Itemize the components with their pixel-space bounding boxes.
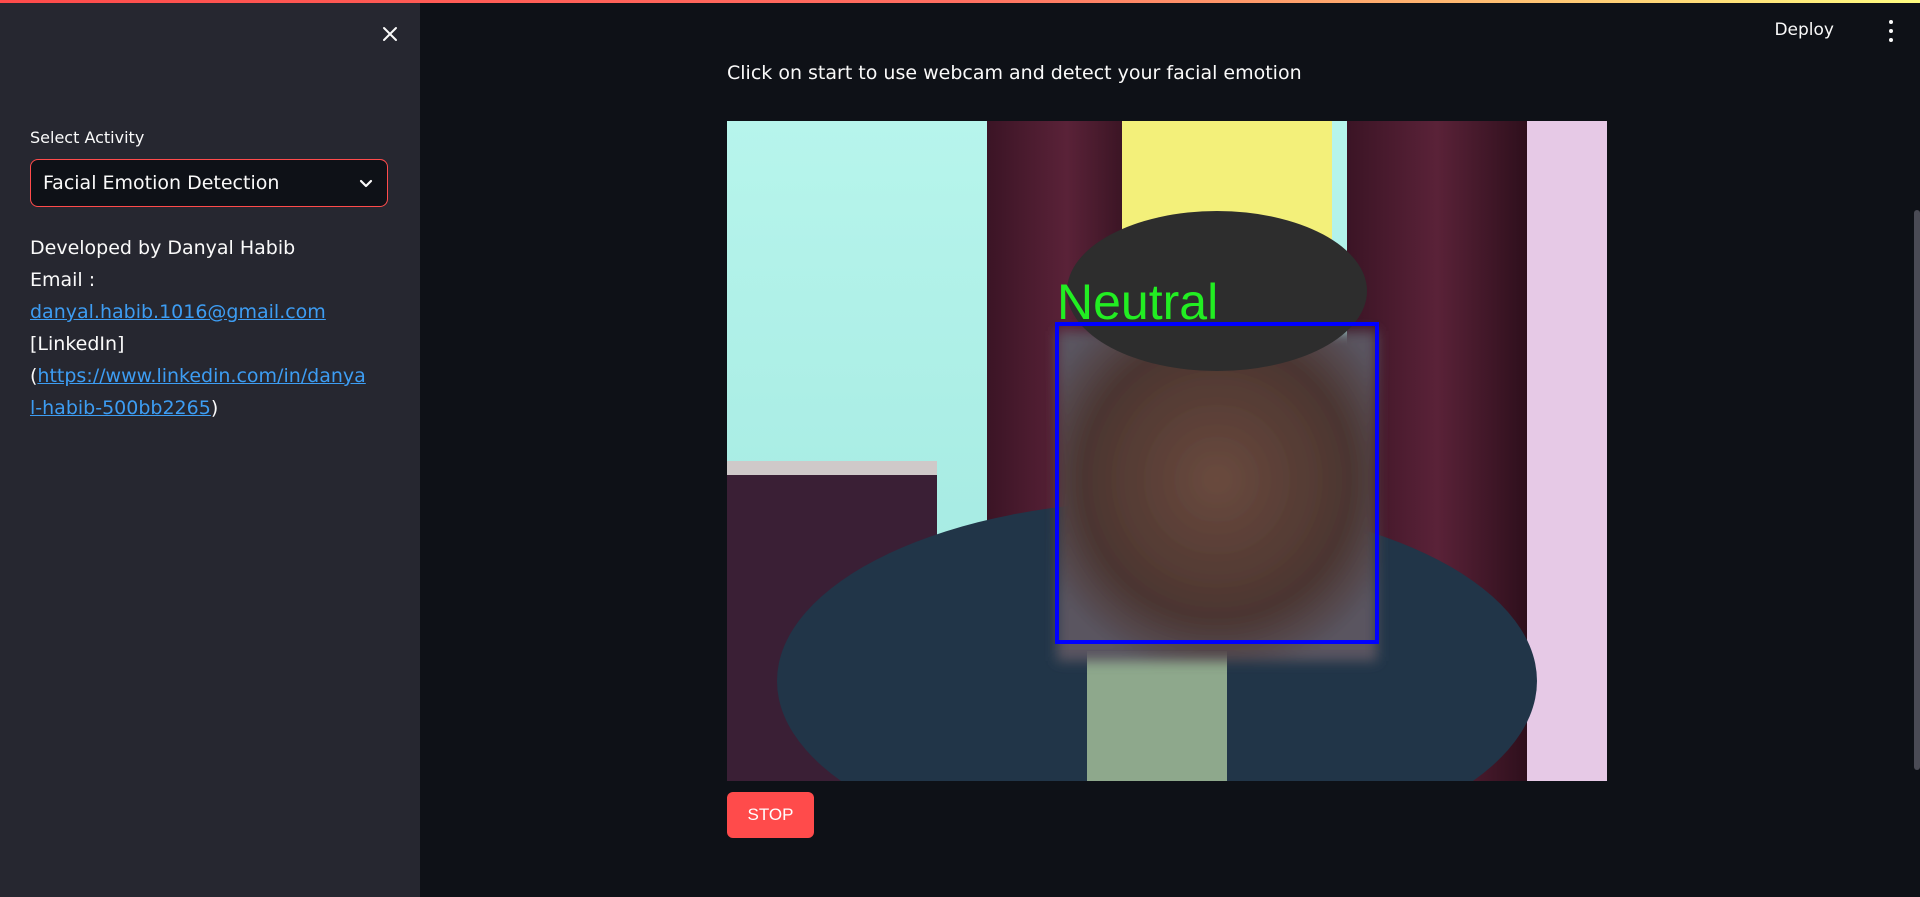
instruction-text: Click on start to use webcam and detect … bbox=[727, 62, 1302, 84]
linkedin-close-paren: ) bbox=[210, 397, 219, 419]
detected-emotion-label: Neutral bbox=[1057, 274, 1218, 330]
email-line: Email : danyal.habib.1016@gmail.com bbox=[30, 264, 370, 328]
close-icon bbox=[383, 27, 397, 41]
main-scrollbar[interactable] bbox=[1914, 210, 1920, 770]
sidebar: Select Activity Facial Emotion Detection… bbox=[0, 0, 420, 897]
chevron-down-icon bbox=[359, 179, 373, 188]
select-activity-label: Select Activity bbox=[30, 128, 145, 147]
linkedin-label: [LinkedIn] bbox=[30, 333, 125, 355]
webcam-frame: Neutral bbox=[727, 121, 1607, 781]
linkedin-line: (https://www.linkedin.com/in/danyal-habi… bbox=[30, 360, 370, 424]
main-area: Deploy Click on start to use webcam and … bbox=[420, 0, 1920, 897]
linkedin-link[interactable]: https://www.linkedin.com/in/danyal-habib… bbox=[30, 365, 366, 419]
deploy-button[interactable]: Deploy bbox=[1774, 20, 1834, 40]
credits-block: Developed by Danyal Habib Email : danyal… bbox=[30, 232, 370, 424]
activity-select[interactable]: Facial Emotion Detection bbox=[30, 159, 388, 207]
stop-button[interactable]: STOP bbox=[727, 792, 814, 838]
close-sidebar-button[interactable] bbox=[376, 20, 404, 48]
top-accent-bar bbox=[0, 0, 1920, 3]
main-menu-button[interactable] bbox=[1884, 20, 1898, 42]
kebab-menu-icon bbox=[1889, 20, 1893, 24]
developer-line: Developed by Danyal Habib bbox=[30, 237, 296, 259]
email-prefix: Email : bbox=[30, 269, 96, 291]
activity-select-value: Facial Emotion Detection bbox=[43, 172, 280, 194]
webcam-video-feed: Neutral bbox=[727, 121, 1607, 781]
email-link[interactable]: danyal.habib.1016@gmail.com bbox=[30, 301, 326, 323]
